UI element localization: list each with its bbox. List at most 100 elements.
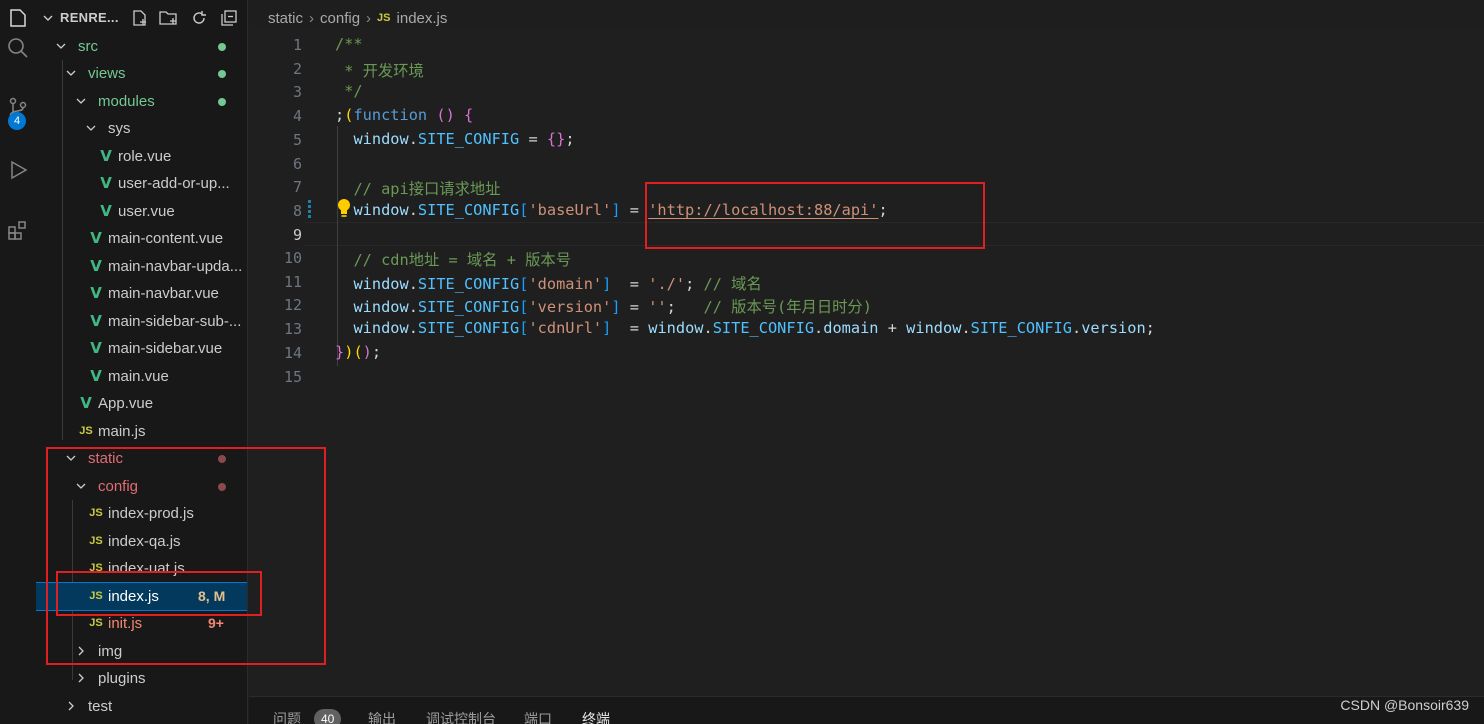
js-file-icon: JS — [89, 535, 103, 547]
chevron-down-icon[interactable] — [64, 451, 78, 465]
tab-output[interactable]: 输出 — [368, 709, 396, 724]
tree-item-user-add-or-up[interactable]: Vuser-add-or-up... — [36, 170, 247, 197]
js-file-icon: JS — [89, 590, 103, 602]
tree-item-main-js[interactable]: JS main.js — [36, 418, 247, 445]
tab-ports[interactable]: 端口 — [524, 709, 552, 724]
tree-item-label: index-prod.js — [108, 505, 194, 522]
tree-item-main-sidebar-sub[interactable]: Vmain-sidebar-sub-... — [36, 308, 247, 335]
chevron-down-icon[interactable] — [54, 39, 68, 53]
code-line[interactable]: ;(function () { — [335, 106, 473, 124]
tree-item-role-vue[interactable]: Vrole.vue — [36, 143, 247, 170]
panel-tabs: 问题 40 输出 调试控制台 端口 终端 — [249, 696, 1484, 724]
chevron-right-icon[interactable] — [74, 671, 88, 685]
line-number: 14 — [283, 344, 302, 362]
tree-item-label: src — [78, 38, 98, 55]
chevron-right-icon[interactable] — [74, 644, 88, 658]
chevron-right-icon: › — [366, 9, 372, 27]
chevron-down-icon[interactable] — [42, 12, 54, 24]
js-file-icon: JS — [89, 617, 103, 629]
code-editor[interactable]: 1 2 3 4 5 6 7 8 9 10 11 12 13 14 15 /** * 开发环境 */;(fun… — [249, 30, 1484, 696]
explorer-header: RENRE... — [36, 0, 247, 36]
vue-file-icon: V — [90, 339, 102, 357]
tree-item-img[interactable]: img — [36, 638, 247, 665]
line-number: 12 — [283, 296, 302, 314]
code-line[interactable]: // cdn地址 = 域名 + 版本号 — [335, 248, 571, 270]
tree-item-label: main.js — [98, 423, 146, 440]
tree-item-test[interactable]: test — [36, 693, 247, 720]
breadcrumb-static[interactable]: static — [268, 10, 303, 27]
js-file-icon: JS — [89, 507, 103, 519]
line-number: 3 — [292, 83, 302, 101]
tree-item-main-vue[interactable]: Vmain.vue — [36, 363, 247, 390]
refresh-icon[interactable] — [189, 8, 209, 28]
tree-item-label: test — [88, 698, 113, 715]
tree-item-label: index-qa.js — [108, 533, 181, 550]
new-file-icon[interactable] — [130, 8, 150, 28]
run-debug-icon[interactable] — [0, 150, 36, 190]
vue-file-icon: V — [90, 284, 102, 302]
tree-item-label: user.vue — [118, 203, 175, 220]
workspace-title[interactable]: RENRE... — [60, 10, 119, 25]
vue-file-icon: V — [90, 312, 102, 330]
code-line[interactable]: window.SITE_CONFIG['version'] = ''; // 版… — [335, 295, 872, 317]
tree-item-label: main-sidebar.vue — [108, 340, 223, 357]
tree-item-main-content-vue[interactable]: Vmain-content.vue — [36, 225, 247, 252]
activity-bar: 4 — [0, 0, 36, 724]
tree-item-index-prod-js[interactable]: JS index-prod.js — [36, 500, 247, 527]
new-folder-icon[interactable] — [159, 8, 179, 28]
collapse-all-icon[interactable] — [219, 8, 239, 28]
code-line[interactable]: window.SITE_CONFIG['baseUrl'] = 'http://… — [335, 201, 887, 219]
tree-item-index-uat-js[interactable]: JS index-uat.js — [36, 555, 247, 582]
code-line[interactable]: */ — [335, 82, 362, 100]
chevron-down-icon[interactable] — [84, 121, 98, 135]
breadcrumb-config[interactable]: config — [320, 10, 360, 27]
line-number: 7 — [292, 178, 302, 196]
chevron-down-icon[interactable] — [64, 66, 78, 80]
explorer-sidebar: RENRE... src views modules sys Vrole.vue Vuse… — [36, 0, 248, 724]
tree-item-index-js[interactable]: JS index.js 8, M — [36, 582, 247, 611]
tab-problems[interactable]: 问题 — [273, 709, 301, 724]
code-line[interactable]: /** — [335, 35, 363, 53]
tree-item-index-qa-js[interactable]: JS index-qa.js — [36, 528, 247, 555]
code-line[interactable]: * 开发环境 — [335, 59, 424, 81]
code-line[interactable]: })(); — [335, 343, 381, 361]
breadcrumb-file[interactable]: index.js — [397, 10, 448, 27]
tree-item-app-vue[interactable]: V App.vue — [36, 390, 247, 417]
extensions-icon[interactable] — [0, 210, 36, 250]
code-line[interactable]: window.SITE_CONFIG = {}; — [335, 130, 574, 148]
tree-item-label: plugins — [98, 670, 146, 687]
file-status-badge: 9+ — [208, 615, 224, 631]
tab-terminal[interactable]: 终端 — [582, 709, 610, 724]
vue-file-icon: V — [90, 257, 102, 275]
tree-item-plugins[interactable]: plugins — [36, 665, 247, 692]
tree-item-user-vue[interactable]: Vuser.vue — [36, 198, 247, 225]
line-number: 13 — [283, 320, 302, 338]
tree-item-views[interactable]: views — [36, 60, 247, 87]
code-line[interactable]: window.SITE_CONFIG['domain'] = './'; // … — [335, 272, 761, 294]
tree-item-label: config — [98, 478, 139, 495]
tree-item-main-navbar-vue[interactable]: Vmain-navbar.vue — [36, 280, 247, 307]
code-line[interactable]: window.SITE_CONFIG['cdnUrl'] = window.SI… — [335, 319, 1154, 337]
git-modified-marker[interactable] — [308, 200, 311, 220]
tree-item-init-js[interactable]: JS init.js 9+ — [36, 610, 247, 637]
chevron-down-icon[interactable] — [74, 479, 88, 493]
line-number: 5 — [292, 131, 302, 149]
code-line[interactable]: // api接口请求地址 — [335, 177, 500, 199]
chevron-down-icon[interactable] — [74, 94, 88, 108]
tab-debug-console[interactable]: 调试控制台 — [426, 709, 496, 724]
tree-item-main-sidebar-vue[interactable]: Vmain-sidebar.vue — [36, 335, 247, 362]
tree-item-main-navbar-upda[interactable]: Vmain-navbar-upda... — [36, 253, 247, 280]
tree-item-static[interactable]: static — [36, 445, 247, 472]
search-icon[interactable] — [0, 28, 36, 68]
vue-file-icon: V — [90, 229, 102, 247]
tree-item-config[interactable]: config — [36, 473, 247, 500]
tree-item-src[interactable]: src — [36, 33, 247, 60]
tree-item-modules[interactable]: modules — [36, 88, 247, 115]
tree-item-label: main.vue — [108, 368, 169, 385]
modified-dot — [218, 483, 226, 491]
js-file-icon: JS — [377, 12, 391, 24]
tree-item-sys[interactable]: sys — [36, 115, 247, 142]
watermark: CSDN @Bonsoir639 — [1340, 697, 1469, 713]
tree-item-label: index.js — [108, 588, 159, 605]
chevron-right-icon[interactable] — [64, 699, 78, 713]
